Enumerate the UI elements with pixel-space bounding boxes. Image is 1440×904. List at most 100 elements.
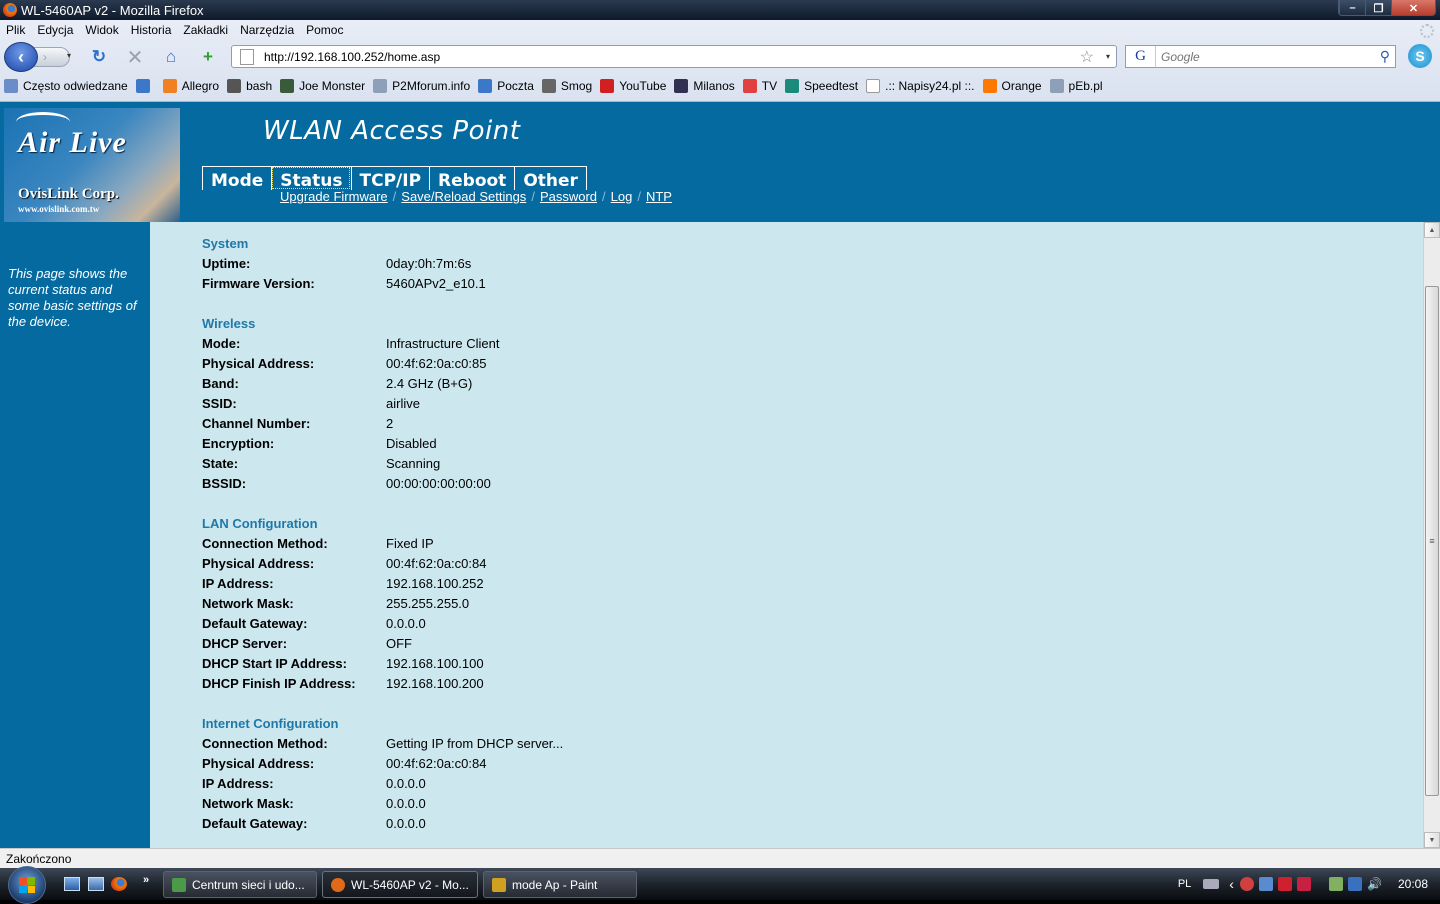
link-ntp[interactable]: NTP	[646, 189, 672, 204]
menu-pomoc[interactable]: Pomoc	[306, 23, 343, 37]
field-value: Scanning	[386, 456, 441, 471]
scrollbar-thumb[interactable]: ≡	[1425, 286, 1439, 796]
menu-edycja[interactable]: Edycja	[37, 23, 73, 37]
show-desktop-icon[interactable]	[64, 877, 80, 891]
search-engine-icon[interactable]: G	[1126, 46, 1156, 67]
status-row: IP Address: 0.0.0.0	[202, 774, 563, 794]
search-icon[interactable]: ⚲	[1380, 48, 1390, 65]
field-value: Disabled	[386, 436, 437, 451]
separator: /	[392, 189, 397, 204]
field-value: 0day:0h:7m:6s	[386, 256, 472, 271]
language-indicator[interactable]: PL	[1178, 878, 1191, 890]
menu-plik[interactable]: Plik	[6, 23, 25, 37]
menu-narzedzia[interactable]: Narzędzia	[240, 23, 294, 37]
volume-icon[interactable]: 🔊	[1367, 877, 1385, 891]
bookmark-item[interactable]	[135, 79, 155, 93]
menu-historia[interactable]: Historia	[131, 23, 172, 37]
skype-icon[interactable]: S	[1408, 44, 1432, 68]
section-title: System	[202, 236, 249, 251]
antivirus-icon[interactable]	[1296, 877, 1311, 891]
bookmark-star-icon[interactable]: ☆	[1080, 47, 1094, 67]
tab-other[interactable]: Other	[514, 166, 587, 191]
window-title: WL-5460AP v2 - Mozilla Firefox	[21, 2, 204, 18]
bookmark-favicon-icon	[541, 79, 556, 93]
field-value: Infrastructure Client	[386, 336, 500, 351]
bookmark-item[interactable]: YouTube	[600, 79, 666, 93]
kaspersky-icon[interactable]	[1277, 877, 1292, 891]
url-dropdown-icon[interactable]: ▾	[1106, 52, 1110, 61]
bookmark-label: .:: Napisy24.pl ::.	[885, 79, 975, 93]
status-row: Connection Method: Fixed IP	[202, 534, 486, 554]
link-log[interactable]: Log	[611, 189, 633, 204]
messenger-icon[interactable]	[1258, 877, 1273, 891]
separator: /	[602, 189, 606, 204]
restore-button[interactable]: ❐	[1365, 0, 1391, 15]
bookmark-item[interactable]: Często odwiedzane	[4, 79, 128, 93]
field-label: DHCP Start IP Address:	[202, 656, 347, 671]
bookmark-favicon-icon	[1049, 79, 1064, 93]
switch-windows-icon[interactable]	[88, 877, 104, 891]
sidebar: This page shows the current status and s…	[0, 222, 150, 848]
minimize-button[interactable]: –	[1339, 0, 1365, 15]
tab-status[interactable]: Status	[271, 166, 351, 191]
bookmark-item[interactable]: Joe Monster	[280, 79, 365, 93]
bookmark-item[interactable]: TV	[742, 79, 777, 93]
bookmark-item[interactable]: P2Mforum.info	[373, 79, 470, 93]
menu-zakladki[interactable]: Zakładki	[183, 23, 228, 37]
new-tab-button[interactable]: +	[197, 46, 219, 68]
status-section: Internet Configuration Connection Method:…	[202, 714, 563, 834]
bookmark-item[interactable]: Poczta	[478, 79, 534, 93]
paint-icon	[492, 877, 506, 892]
reload-button[interactable]: ↻	[88, 46, 110, 68]
link-password[interactable]: Password	[540, 189, 597, 204]
vertical-scrollbar[interactable]: ▲ ≡ ▼	[1423, 222, 1440, 848]
network-icon[interactable]	[1347, 877, 1362, 891]
power-icon[interactable]	[1328, 877, 1343, 891]
close-button[interactable]: ✕	[1391, 0, 1435, 15]
tab-tcpip[interactable]: TCP/IP	[350, 166, 430, 191]
bookmark-item[interactable]: bash	[227, 79, 272, 93]
task-network-center[interactable]: Centrum sieci i udo...	[163, 871, 317, 898]
link-save-reload-settings[interactable]: Save/Reload Settings	[401, 189, 526, 204]
status-row: Uptime: 0day:0h:7m:6s	[202, 254, 486, 274]
security-shield-icon[interactable]	[1239, 877, 1254, 891]
bookmark-label: Często odwiedzane	[23, 79, 128, 93]
task-firefox[interactable]: WL-5460AP v2 - Mo...	[322, 871, 478, 898]
status-row: Physical Address: 00:4f:62:0a:c0:84	[202, 554, 486, 574]
keyboard-icon[interactable]	[1203, 879, 1220, 889]
task-paint[interactable]: mode Ap - Paint	[483, 871, 637, 898]
field-value: 00:00:00:00:00:00	[386, 476, 491, 491]
search-input[interactable]	[1156, 49, 1380, 64]
clock[interactable]: 20:08	[1398, 877, 1428, 891]
bookmark-item[interactable]: pEb.pl	[1049, 79, 1103, 93]
field-value: 192.168.100.252	[386, 576, 484, 591]
scroll-down-button[interactable]: ▼	[1424, 832, 1440, 848]
bookmark-item[interactable]: Speedtest	[785, 79, 858, 93]
history-dropdown-icon[interactable]: ▾	[67, 51, 71, 60]
tab-reboot[interactable]: Reboot	[429, 166, 515, 191]
bookmark-item[interactable]: Smog	[541, 79, 592, 93]
field-label: SSID:	[202, 396, 237, 411]
field-value: Fixed IP	[386, 536, 434, 551]
bookmark-label: Speedtest	[804, 79, 859, 93]
firefox-icon	[331, 877, 345, 892]
quicklaunch-more-icon[interactable]: »	[143, 874, 149, 886]
scroll-up-button[interactable]: ▲	[1424, 222, 1440, 238]
url-text[interactable]: http://192.168.100.252/home.asp	[264, 50, 1080, 64]
field-value: 0.0.0.0	[386, 776, 426, 791]
bookmark-item[interactable]: Orange	[982, 79, 1042, 93]
bookmark-item[interactable]: Allegro	[162, 79, 219, 93]
home-button[interactable]: ⌂	[160, 46, 182, 68]
link-upgrade-firmware[interactable]: Upgrade Firmware	[280, 189, 388, 204]
back-button[interactable]: ‹	[4, 42, 38, 72]
bookmark-item[interactable]: .:: Napisy24.pl ::.	[866, 79, 975, 93]
bookmark-item[interactable]: Milanos	[674, 79, 735, 93]
stop-button[interactable]: ✕	[124, 46, 146, 69]
tab-mode[interactable]: Mode	[202, 166, 272, 191]
url-bar[interactable]: http://192.168.100.252/home.asp ☆ ▾	[231, 45, 1117, 68]
menu-widok[interactable]: Widok	[85, 23, 118, 37]
firefox-quicklaunch-icon[interactable]	[111, 877, 127, 891]
start-button[interactable]	[8, 866, 46, 904]
status-row: State: Scanning	[202, 454, 499, 474]
show-hidden-icons-button[interactable]: ‹	[1229, 876, 1234, 892]
